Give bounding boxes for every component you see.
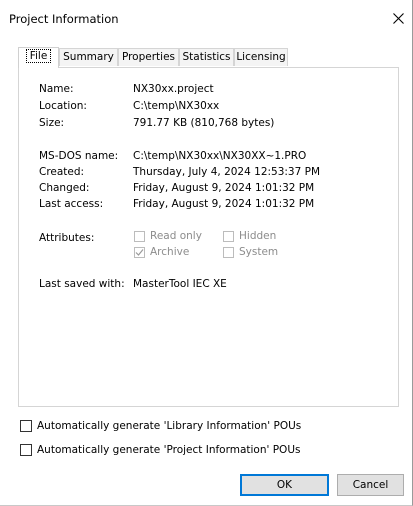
tab-file[interactable]: File [18, 47, 59, 68]
generate-project-info-label: Automatically generate 'Project Informat… [37, 444, 301, 456]
window-title: Project Information [9, 12, 119, 26]
generate-library-info-checkbox[interactable]: Automatically generate 'Library Informat… [20, 420, 301, 432]
tab-statistics-label: Statistics [182, 51, 231, 63]
name-label: Name: [39, 83, 74, 95]
close-button[interactable] [384, 4, 412, 32]
hidden-label: Hidden [239, 230, 277, 242]
size-label: Size: [39, 117, 65, 129]
location-value: C:\temp\NX30xx [133, 100, 220, 112]
changed-value: Friday, August 9, 2024 1:01:32 PM [133, 182, 315, 194]
last-saved-with-label: Last saved with: [39, 278, 125, 290]
tab-licensing-label: Licensing [236, 51, 286, 63]
name-value: NX30xx.project [133, 83, 214, 95]
checkbox-box [134, 246, 145, 258]
msdos-name-label: MS-DOS name: [39, 150, 119, 162]
last-access-label: Last access: [39, 198, 104, 210]
generate-project-info-checkbox[interactable]: Automatically generate 'Project Informat… [20, 444, 300, 456]
tab-summary[interactable]: Summary [59, 48, 118, 66]
msdos-name-value: C:\temp\NX30xx\NX30XX~1.PRO [133, 150, 307, 162]
checkmark-icon [135, 248, 144, 256]
size-value: 791.77 KB (810,768 bytes) [133, 117, 275, 129]
created-label: Created: [39, 166, 85, 178]
checkbox-box [223, 230, 234, 242]
last-saved-with-value: MasterTool IEC XE [133, 278, 227, 290]
read-only-label: Read only [150, 230, 202, 242]
ok-button[interactable]: OK [240, 474, 329, 496]
title-bar[interactable]: Project Information [0, 0, 412, 36]
archive-checkbox: Archive [134, 246, 189, 258]
tab-properties[interactable]: Properties [118, 48, 179, 66]
attributes-label: Attributes: [39, 232, 95, 244]
changed-label: Changed: [39, 182, 90, 194]
checkbox-box [134, 230, 145, 242]
hidden-checkbox: Hidden [223, 230, 276, 242]
cancel-button[interactable]: Cancel [337, 474, 404, 496]
close-icon [392, 12, 404, 24]
file-tab-panel: Name: NX30xx.project Location: C:\temp\N… [18, 67, 399, 407]
tab-statistics[interactable]: Statistics [179, 48, 234, 66]
archive-label: Archive [150, 246, 190, 258]
last-access-value: Friday, August 9, 2024 1:01:32 PM [133, 198, 315, 210]
tab-file-label: File [25, 49, 52, 63]
checkbox-box [223, 246, 234, 258]
created-value: Thursday, July 4, 2024 12:53:37 PM [133, 166, 321, 178]
tab-licensing[interactable]: Licensing [234, 48, 288, 66]
tab-summary-label: Summary [63, 51, 114, 63]
project-information-dialog: Project Information File Summary Propert… [0, 0, 413, 506]
checkbox-box[interactable] [20, 420, 32, 432]
checkbox-box[interactable] [20, 444, 32, 456]
system-checkbox: System [223, 246, 278, 258]
tab-properties-label: Properties [121, 51, 176, 63]
generate-library-info-label: Automatically generate 'Library Informat… [37, 420, 302, 432]
read-only-checkbox: Read only [134, 230, 202, 242]
location-label: Location: [39, 100, 87, 112]
system-label: System [239, 246, 279, 258]
